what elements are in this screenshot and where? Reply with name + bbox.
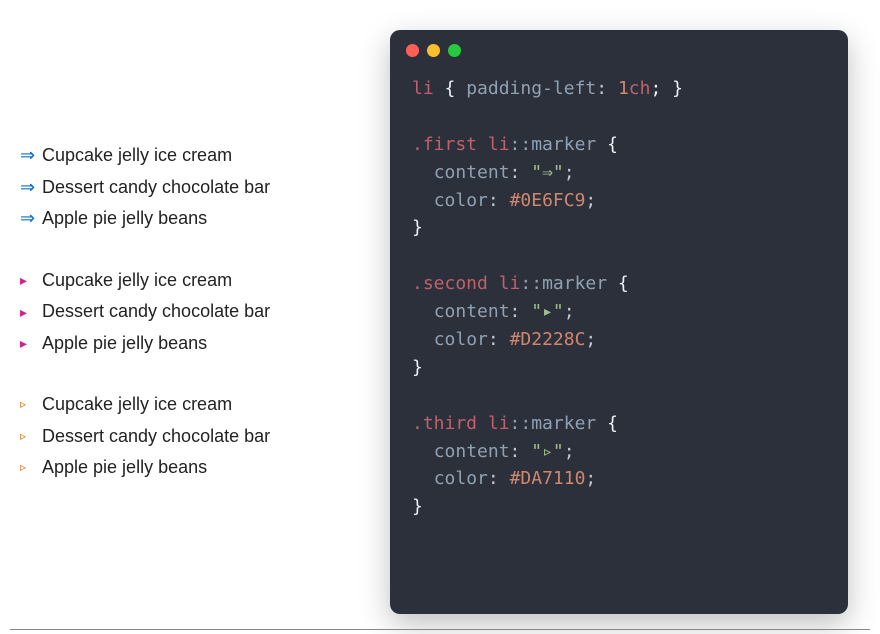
code-token: color [434, 329, 488, 350]
list-item-text: Dessert candy chocolate bar [42, 296, 270, 328]
code-content: li { padding-left: 1ch; } .first li::mar… [390, 65, 848, 543]
list-item-text: Cupcake jelly ice cream [42, 140, 232, 172]
list-third: ▹Cupcake jelly ice cream ▹Dessert candy … [20, 389, 360, 484]
list-item-text: Cupcake jelly ice cream [42, 389, 232, 421]
code-token: { [596, 413, 618, 434]
code-token: li [488, 413, 510, 434]
code-panel: li { padding-left: 1ch; } .first li::mar… [390, 30, 860, 614]
list-item: ▸Apple pie jelly beans [20, 328, 360, 360]
code-token: color [434, 468, 488, 489]
code-token: ch [629, 78, 651, 99]
code-token: content [434, 162, 510, 183]
marker-triangle-outline-icon: ▹ [20, 426, 42, 447]
marker-arrow-icon: ⇒ [20, 172, 42, 204]
marker-triangle-icon: ▸ [20, 268, 42, 293]
code-token: { [596, 134, 618, 155]
list-first: ⇒Cupcake jelly ice cream ⇒Dessert candy … [20, 140, 360, 235]
marker-triangle-icon: ▸ [20, 300, 42, 325]
code-token: color [434, 190, 488, 211]
code-token: .third [412, 413, 488, 434]
code-token: { [607, 273, 629, 294]
list-item-text: Apple pie jelly beans [42, 452, 207, 484]
list-item: ▹Dessert candy chocolate bar [20, 421, 360, 453]
code-token: li [412, 78, 434, 99]
close-icon[interactable] [406, 44, 419, 57]
code-token: : [596, 78, 618, 99]
list-item-text: Dessert candy chocolate bar [42, 172, 270, 204]
marker-triangle-outline-icon: ▹ [20, 394, 42, 415]
code-token: #0E6FC9 [510, 190, 586, 211]
code-token: li [488, 134, 510, 155]
code-window: li { padding-left: 1ch; } .first li::mar… [390, 30, 848, 614]
list-item: ⇒Dessert candy chocolate bar [20, 172, 360, 204]
code-token: li [499, 273, 521, 294]
list-item: ▸Cupcake jelly ice cream [20, 265, 360, 297]
list-item-text: Apple pie jelly beans [42, 328, 207, 360]
code-token: } [412, 357, 423, 378]
code-token: #DA7110 [510, 468, 586, 489]
list-item: ⇒Apple pie jelly beans [20, 203, 360, 235]
code-token: .first [412, 134, 488, 155]
code-token: content [434, 301, 510, 322]
code-token: 1 [618, 78, 629, 99]
code-token: ::marker [510, 134, 597, 155]
list-item: ⇒Cupcake jelly ice cream [20, 140, 360, 172]
list-second: ▸Cupcake jelly ice cream ▸Dessert candy … [20, 265, 360, 360]
code-token: #D2228C [510, 329, 586, 350]
code-token: ; } [650, 78, 683, 99]
marker-arrow-icon: ⇒ [20, 203, 42, 235]
list-item-text: Apple pie jelly beans [42, 203, 207, 235]
code-token: } [412, 496, 423, 517]
code-token: content [434, 441, 510, 462]
divider [10, 629, 870, 630]
code-token: } [412, 217, 423, 238]
list-item: ▹Cupcake jelly ice cream [20, 389, 360, 421]
marker-triangle-outline-icon: ▹ [20, 457, 42, 478]
list-item-text: Cupcake jelly ice cream [42, 265, 232, 297]
window-titlebar [390, 30, 848, 65]
marker-arrow-icon: ⇒ [20, 140, 42, 172]
code-token: "⇒" [531, 162, 564, 183]
code-token: .second [412, 273, 499, 294]
maximize-icon[interactable] [448, 44, 461, 57]
code-token: padding-left [466, 78, 596, 99]
preview-panel: ⇒Cupcake jelly ice cream ⇒Dessert candy … [20, 30, 360, 614]
list-item: ▹Apple pie jelly beans [20, 452, 360, 484]
code-token: "▹" [531, 441, 564, 462]
marker-triangle-icon: ▸ [20, 331, 42, 356]
list-item-text: Dessert candy chocolate bar [42, 421, 270, 453]
list-item: ▸Dessert candy chocolate bar [20, 296, 360, 328]
minimize-icon[interactable] [427, 44, 440, 57]
code-token: ::marker [510, 413, 597, 434]
code-token: ::marker [520, 273, 607, 294]
code-token: { [434, 78, 467, 99]
code-token: "▸" [531, 301, 564, 322]
